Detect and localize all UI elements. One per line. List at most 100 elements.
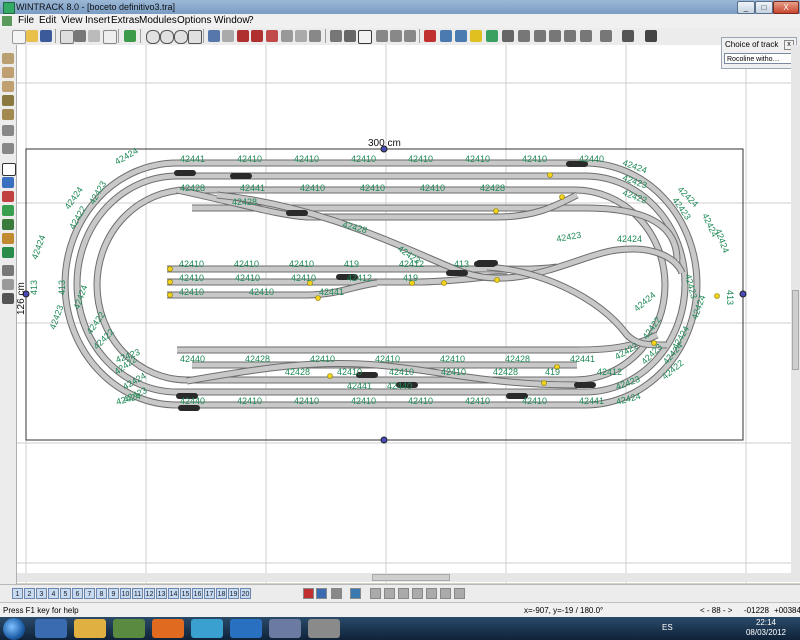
mirror-icon[interactable] [455,30,467,42]
pointer-icon[interactable] [330,30,342,42]
layer-tool-icon[interactable] [316,588,327,599]
layer-tool-icon[interactable] [454,588,465,599]
layer-tab-17[interactable]: 17 [204,588,215,599]
dimension-icon[interactable] [2,265,14,276]
layer-tab-13[interactable]: 13 [156,588,167,599]
locomotive-marker[interactable] [174,170,196,176]
layer-tab-8[interactable]: 8 [96,588,107,599]
open-folder-icon[interactable] [26,30,38,42]
help-pointer-icon[interactable] [645,30,657,42]
locomotive-marker[interactable] [230,173,252,179]
menu-modules[interactable]: Modules [139,14,177,28]
redo-icon[interactable] [222,30,234,42]
layer-tool-icon[interactable] [412,588,423,599]
paint-icon[interactable] [113,619,145,638]
locomotive-marker[interactable] [574,382,596,388]
layer-tool-icon[interactable] [440,588,451,599]
delete-all-icon[interactable] [251,30,263,42]
undo-icon[interactable] [208,30,220,42]
image-icon[interactable] [124,30,136,42]
layer-tab-11[interactable]: 11 [132,588,143,599]
wintrack-task-icon[interactable] [269,619,301,638]
platform-icon[interactable] [2,143,14,154]
minimize-button[interactable]: _ [737,1,755,14]
layer-tool-icon[interactable] [331,588,342,599]
menu-insert[interactable]: Insert [85,14,110,28]
cut-icon[interactable] [281,30,293,42]
layer-icon[interactable] [404,30,416,42]
menu-options[interactable]: Options [177,14,211,28]
paste-icon[interactable] [309,30,321,42]
locomotive-marker[interactable] [474,261,496,267]
tree-icon[interactable] [2,205,14,216]
layer-tool-icon[interactable] [350,588,361,599]
layer-tab-7[interactable]: 7 [84,588,95,599]
split-icon[interactable] [534,30,546,42]
menu-edit[interactable]: Edit [39,14,56,28]
ungroup-icon[interactable] [390,30,402,42]
track-system-select[interactable]: Rocoline witho… [724,53,792,64]
layer-tab-2[interactable]: 2 [24,588,35,599]
settings-icon[interactable] [622,30,634,42]
menu-extras[interactable]: Extras [111,14,139,28]
layer-tab-15[interactable]: 15 [180,588,191,599]
print-icon[interactable] [74,30,86,42]
group-icon[interactable] [376,30,388,42]
layer-tab-16[interactable]: 16 [192,588,203,599]
area-icon[interactable] [2,247,14,258]
measure-icon[interactable] [580,30,592,42]
maximize-button[interactable]: □ [755,1,773,14]
ie-icon[interactable] [35,619,67,638]
layer-tab-12[interactable]: 12 [144,588,155,599]
ramp-icon[interactable] [2,109,14,120]
vertical-scroll-thumb[interactable] [792,290,799,370]
start-button[interactable] [3,618,25,640]
layer-tool-icon[interactable] [426,588,437,599]
drawing-canvas[interactable]: 42441 42410 42410 42410 42410 42410 42410 42440… [16,45,800,583]
horizontal-scrollbar[interactable] [17,573,800,582]
app-icon[interactable] [3,2,15,14]
new-file-icon[interactable] [12,30,26,44]
skype-icon[interactable] [191,619,223,638]
join-icon[interactable] [518,30,530,42]
tool-icon[interactable] [266,30,278,42]
layer-tab-10[interactable]: 10 [120,588,131,599]
fill-icon[interactable] [2,233,14,244]
firefox-icon[interactable] [152,619,184,638]
shape-icon[interactable] [2,177,14,188]
flex-icon[interactable] [549,30,561,42]
language-indicator[interactable]: ES [662,623,673,632]
browser-icon[interactable] [230,619,262,638]
terrain-icon[interactable] [2,95,14,106]
clock[interactable]: 22:14 08/03/2012 [746,618,786,638]
zoom-fit-icon[interactable] [174,30,188,44]
support-icon[interactable] [2,293,14,304]
layer-tab-19[interactable]: 19 [228,588,239,599]
layer-tab-5[interactable]: 5 [60,588,71,599]
bend-icon[interactable] [344,30,356,42]
connect-icon[interactable] [470,30,482,42]
app-task-icon[interactable] [308,619,340,638]
horizontal-scroll-thumb[interactable] [372,574,450,581]
track-tool-icon[interactable] [2,53,14,64]
cross-icon[interactable] [502,30,514,42]
lower-passing-track[interactable] [177,332,659,353]
copy-icon[interactable] [295,30,307,42]
printer-setup-icon[interactable] [88,30,100,42]
list-icon[interactable] [600,30,612,42]
layer-tab-14[interactable]: 14 [168,588,179,599]
flex-track-icon[interactable] [2,67,14,78]
adjust-icon[interactable] [564,30,576,42]
zoom-out-icon[interactable] [146,30,160,44]
zoom-window-icon[interactable] [188,30,202,44]
layer-tool-icon[interactable] [370,588,381,599]
layer-tab-6[interactable]: 6 [72,588,83,599]
save-icon[interactable] [40,30,52,42]
flex-track-2-icon[interactable] [2,81,14,92]
menu-help[interactable]: ? [248,14,254,28]
print-preview-icon[interactable] [60,30,74,44]
right-resize-handle[interactable] [739,290,747,298]
layer-tool-icon[interactable] [398,588,409,599]
bottom-resize-handle[interactable] [380,436,388,444]
align-icon[interactable] [424,30,436,42]
